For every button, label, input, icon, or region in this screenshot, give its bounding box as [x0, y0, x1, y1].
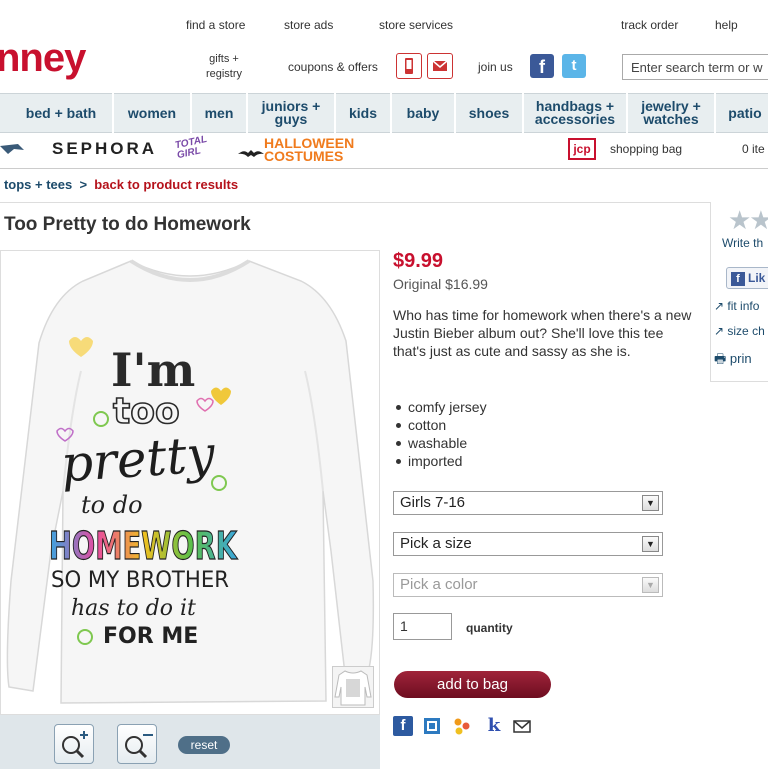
divider: [0, 202, 712, 203]
facebook-like-button[interactable]: f Lik: [726, 267, 768, 289]
product-description: Who has time for homework when there's a…: [393, 307, 692, 359]
shirt-text-pretty: pretty: [59, 425, 217, 494]
email-share-icon[interactable]: [512, 716, 532, 736]
facebook-share-icon[interactable]: f: [393, 716, 413, 736]
breadcrumb: › tops + tees > back to product results: [0, 177, 238, 192]
chevron-down-icon: ▼: [642, 495, 659, 511]
print-label: prin: [729, 351, 752, 366]
sale-price: $9.99: [393, 250, 444, 272]
quantity-label: quantity: [466, 621, 513, 635]
bag-item-count: 0 ite: [742, 142, 765, 156]
nav-patio[interactable]: patio: [716, 93, 768, 133]
zoom-out-button[interactable]: [117, 724, 157, 764]
nav-handbags-accessories[interactable]: handbags + accessories: [524, 93, 628, 133]
size-chart-link[interactable]: ↗ size ch: [714, 324, 765, 338]
mobile-phone-icon[interactable]: [396, 53, 422, 79]
nav-women[interactable]: women: [114, 93, 192, 133]
feature-item: washable: [393, 434, 487, 452]
help-link[interactable]: help: [715, 18, 738, 32]
find-a-store-link[interactable]: find a store: [186, 18, 245, 32]
feature-item: cotton: [393, 416, 487, 434]
product-image[interactable]: I'm too pretty to do HOMEWORK SO MY BROT…: [0, 250, 380, 715]
feature-item: comfy jersey: [393, 398, 487, 416]
chevron-down-icon: ▼: [642, 577, 659, 593]
feature-item: imported: [393, 452, 487, 470]
rating-stars-icon: ★★★: [728, 205, 768, 235]
shopping-bag-link[interactable]: shopping bag: [610, 142, 682, 156]
chevron-down-icon: ▼: [642, 536, 659, 552]
add-to-bag-button[interactable]: add to bag: [394, 671, 551, 698]
shirt-text-too: too: [113, 391, 180, 432]
gifts-registry-link[interactable]: gifts + registry: [196, 52, 252, 82]
external-arrow-icon: ↗: [714, 299, 728, 313]
bird-logo-icon[interactable]: [0, 142, 24, 161]
product-title: Too Pretty to do Homework: [4, 214, 251, 235]
fit-info-label: fit info: [727, 299, 760, 313]
jcpenney-logo[interactable]: nney: [0, 36, 86, 81]
delicious-share-icon[interactable]: [452, 716, 472, 736]
color-select-value: Pick a color: [400, 576, 478, 593]
store-ads-link[interactable]: store ads: [284, 18, 333, 32]
back-to-results-link[interactable]: back to product results: [94, 177, 238, 192]
shirt-text-to-do: to do: [81, 491, 143, 519]
nav-men[interactable]: men: [192, 93, 248, 133]
breadcrumb-tops-tees[interactable]: › tops + tees: [0, 177, 72, 192]
shirt-illustration: I'm too pretty to do HOMEWORK SO MY BROT…: [6, 259, 375, 704]
original-price: Original $16.99: [393, 276, 488, 292]
shirt-text-homework: HOMEWORK: [49, 524, 238, 568]
printer-icon: 🖶: [714, 351, 730, 366]
search-input[interactable]: Enter search term or w: [622, 54, 768, 80]
zoom-out-icon: [125, 734, 153, 759]
fit-info-link[interactable]: ↗ fit info: [714, 299, 759, 313]
nav-kids[interactable]: kids: [336, 93, 392, 133]
nav-jewelry-watches[interactable]: jewelry + watches: [628, 93, 716, 133]
shirt-text-has-to: has to do it: [71, 596, 196, 621]
like-label: Lik: [748, 271, 766, 285]
zoom-in-button[interactable]: [54, 724, 94, 764]
size-chart-label: size ch: [727, 324, 765, 338]
kaboodle-share-icon[interactable]: k: [484, 716, 504, 736]
email-icon[interactable]: [427, 53, 453, 79]
facebook-icon: f: [731, 272, 745, 286]
join-us-label: join us: [478, 60, 513, 74]
external-arrow-icon: ↗: [714, 324, 728, 338]
nav-juniors-guys[interactable]: juniors + guys: [248, 93, 336, 133]
nav-shoes[interactable]: shoes: [456, 93, 524, 133]
size-range-value: Girls 7-16: [400, 494, 466, 511]
write-review-link[interactable]: Write th: [722, 236, 763, 250]
size-range-select[interactable]: Girls 7-16 ▼: [393, 491, 663, 515]
reset-zoom-button[interactable]: reset: [178, 736, 230, 754]
quantity-input[interactable]: 1: [393, 613, 452, 640]
facebook-icon[interactable]: f: [530, 54, 554, 78]
size-select-value: Pick a size: [400, 535, 472, 552]
coupons-offers-link[interactable]: coupons & offers: [288, 60, 378, 74]
jcp-bag-icon[interactable]: jcp: [568, 138, 596, 160]
nav-bed-bath[interactable]: bed + bath: [10, 93, 114, 133]
shirt-text-brother: SO MY BROTHER: [51, 568, 229, 593]
bat-icon: [238, 146, 264, 164]
bookmark-share-icon[interactable]: [422, 716, 442, 736]
halloween-costumes-logo[interactable]: HALLOWEEN COSTUMES: [264, 136, 354, 163]
color-select[interactable]: Pick a color ▼: [393, 573, 663, 597]
size-select[interactable]: Pick a size ▼: [393, 532, 663, 556]
shirt-text-for-me: FOR ME: [103, 624, 198, 649]
feature-list: comfy jersey cotton washable imported: [393, 398, 487, 470]
print-link[interactable]: 🖶 prin: [714, 350, 752, 372]
shirt-text-im: I'm: [111, 343, 195, 397]
zoom-in-icon: [62, 731, 88, 759]
twitter-icon[interactable]: t: [562, 54, 586, 78]
store-services-link[interactable]: store services: [379, 18, 453, 32]
product-thumbnail[interactable]: [332, 666, 374, 708]
breadcrumb-separator: >: [75, 177, 91, 192]
nav-baby[interactable]: baby: [392, 93, 456, 133]
sephora-logo[interactable]: SEPHORA: [52, 139, 157, 159]
track-order-link[interactable]: track order: [621, 18, 678, 32]
